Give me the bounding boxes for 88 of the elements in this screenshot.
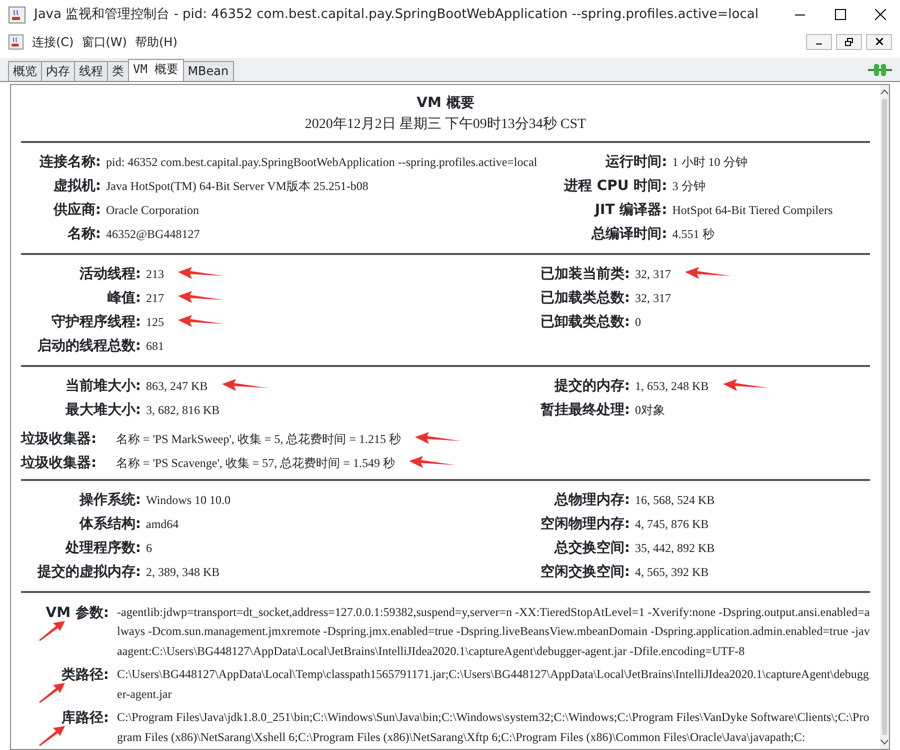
tab[interactable]: 内存 [41,60,75,81]
panel-title: VM 概要 [416,94,476,113]
close-button[interactable] [866,34,892,50]
field-value: 681 [146,338,164,355]
restore-button[interactable] [836,34,862,50]
field-value: 217 [146,290,164,307]
field-value: 32, 317 [635,266,671,283]
field-label: 进程 CPU 时间: [562,176,668,196]
java-cup-icon [8,34,24,50]
field-label: 连接名称: [38,152,101,172]
connection-plug-icon [868,62,892,77]
tab[interactable]: VM 概要 [128,58,184,81]
field-label: 提交的虚拟内存: [36,562,141,582]
scroll-down-icon [880,739,889,745]
restore-icon [845,38,853,46]
field-label: 处理程序数: [64,538,141,558]
field-label: 名称: [66,224,101,244]
tab[interactable]: 概览 [8,60,42,81]
window-title: Java 监视和管理控制台 - pid: 46352 com.best.capital.pay.SpringBootWebApplication --spring.profiles.active=local [34,6,760,24]
timestamp: 2020年12月2日 星期三 下午09时13分34秒 CST [304,116,588,134]
field-value: 1 小时 10 分钟 [672,154,748,171]
field-value: pid: 46352 com.best.capital.pay.SpringBootWebApplication --spring.profiles.active=local [106,154,538,171]
field-label: 体系结构: [78,514,141,534]
field-value: 4.551 秒 [672,226,714,243]
field-value: 3 分钟 [672,178,706,195]
field-value: 1, 653, 248 KB [635,378,709,395]
field-label: 总交换空间: [553,538,630,558]
tab[interactable]: MBean [182,60,234,81]
field-label: 空闲交换空间: [539,562,630,582]
field-value: Java HotSpot(TM) 64-Bit Server VM版本 25.251-b08 [106,178,368,195]
field-label: 最大堆大小: [64,400,141,420]
field-label: 当前堆大小: [64,376,141,396]
field-value: Oracle Corporation [106,202,199,219]
field-label: 暂挂最终处理: [539,400,630,420]
field-label: 总编译时间: [590,224,668,244]
field-value: 46352@BG448127 [106,226,200,243]
field-value: 16, 568, 524 KB [635,492,715,509]
field-label: 峰值: [106,288,141,308]
field-value: 125 [146,314,164,331]
field-value: HotSpot 64-Bit Tiered Compilers [672,202,833,219]
field-value: 0 [635,314,641,331]
tab[interactable]: 线程 [74,60,108,81]
field-label: 总物理内存: [553,490,630,510]
field-label: 守护程序线程: [50,312,141,332]
field-value: 863, 247 KB [146,378,208,395]
field-label: 垃圾收集器: [21,454,98,473]
field-value: 4, 565, 392 KB [635,564,709,581]
field-label: 已加装当前类: [539,264,630,284]
scroll-up-icon [880,88,889,95]
field-label: 库路径: [61,710,109,726]
field-label: 供应商: [52,200,101,220]
field-label: 虚拟机: [52,176,101,196]
field-label: JIT 编译器: [593,200,668,220]
field-label: VM 参数: [46,604,109,621]
field-value: -agentlib:jdwp=transport=dt_socket,address=127.0.0.1:59382,suspend=y,server=n -XX:TieredStopAtLevel=1 -Xverify:none -Dspring.output.ansi.enabled=always -Dcom.sun.management.jmxremote -Dspring.jmx.enabled=true -Dspring.liveBeansView.mbeanDomain -Dspring.application.admin.enabled=true -javaagent:C:\Users\BG448127\AppData\Local\JetBrains\IntelliJIdea2020.1\captureAgent\debugger-agent.jar -Dfile.encoding=UTF-8 [116,604,870,660]
field-label: 运行时间: [604,152,668,172]
field-label: 垃圾收集器: [21,430,98,449]
close-icon [876,38,882,46]
field-value: Windows 10 10.0 [146,492,231,509]
field-label: 已卸载类总数: [539,312,630,332]
field-label: 空闲物理内存: [539,514,630,534]
field-value: 4, 745, 876 KB [635,516,709,533]
field-label: 启动的线程总数: [36,336,141,356]
field-value: 2, 389, 348 KB [146,564,220,581]
menu-item[interactable]: 窗口(W) [82,32,127,51]
field-value: C:\Users\BG448127\AppData\Local\Temp\classpath1565791171.jar;C:\Users\BG448127\AppData\Local\JetBrains\IntelliJIdea2020.1\captureAgent\debugger-agent.jar [116,666,870,703]
java-cup-icon [8,6,26,24]
field-label: 活动线程: [78,264,141,284]
field-value: C:\Program Files\Java\jdk1.8.0_251\bin;C:\Windows\Sun\Java\bin;C:\Windows\system32;C:\Windows;C:\Program Files\VanDyke Software\Clients\;C:\Program Files (x86)\NetSarang\Xshell 6;C:\Program Files (x86)\NetSarang\Xftp 6;C:\Program Files (x86)\Common Files\Oracle\Java\javapath;C: [116,709,870,746]
field-value: 名称 = 'PS Scavenge', 收集 = 57, 总花费时间 = 1.549 秒 [116,454,395,472]
field-value: 3, 682, 816 KB [146,402,220,419]
field-value: 0对象 [635,402,665,419]
field-value: 6 [146,540,152,557]
field-value: 213 [146,266,164,283]
field-label: 已加载类总数: [539,288,630,308]
field-label: 操作系统: [78,490,141,510]
field-value: amd64 [146,516,179,533]
tab[interactable]: 类 [107,60,129,81]
menu-item[interactable]: 帮助(H) [134,32,178,51]
field-label: 类路径: [61,667,109,684]
scrollbar[interactable] [880,84,889,749]
menu-item[interactable]: 连接(C) [32,32,74,51]
field-value: 35, 442, 892 KB [635,540,715,557]
field-label: 提交的内存: [553,376,630,396]
close-icon [874,9,886,20]
maximize-icon [834,9,846,20]
field-value: 名称 = 'PS MarkSweep', 收集 = 5, 总花费时间 = 1.215 秒 [116,430,401,448]
field-value: 32, 317 [635,290,671,307]
